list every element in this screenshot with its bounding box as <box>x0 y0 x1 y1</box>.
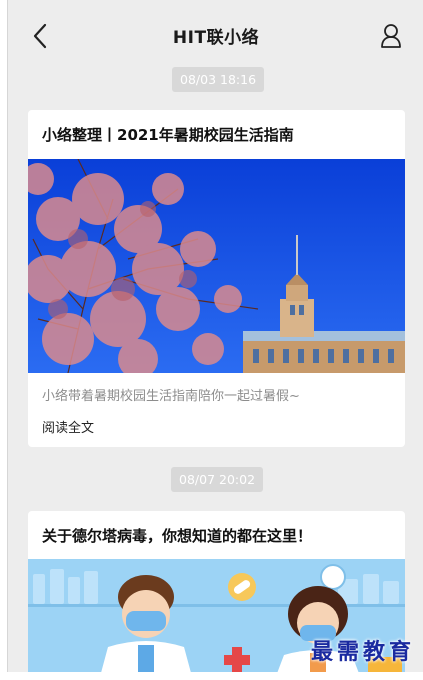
read-full-link[interactable]: 阅读全文 <box>28 417 405 436</box>
top-bar: HIT联小络 <box>9 0 423 70</box>
watermark-text: 最需教育 <box>310 639 415 665</box>
article-title: 关于德尔塔病毒，你想知道的都在这里！ <box>42 527 313 545</box>
message-timestamp: 08/07 20:02 <box>171 467 264 492</box>
message-timestamp: 08/03 18:16 <box>172 67 265 92</box>
page-title: HIT联小络 <box>172 27 260 48</box>
bottom-frame <box>0 672 423 680</box>
profile-button[interactable] <box>379 22 403 50</box>
left-frame <box>0 0 8 680</box>
back-arrow-icon <box>33 23 47 49</box>
user-icon <box>381 24 401 48</box>
article-cover-image <box>28 159 405 373</box>
back-button[interactable] <box>29 22 51 50</box>
article-title: 小络整理丨2021年暑期校园生活指南 <box>42 126 294 144</box>
article-summary: 小络带着暑期校园生活指南陪你一起过暑假~ <box>42 389 300 404</box>
article-card[interactable]: 小络整理丨2021年暑期校园生活指南 小络带着暑期校园生活指南陪你一起过暑假~ … <box>28 110 405 447</box>
